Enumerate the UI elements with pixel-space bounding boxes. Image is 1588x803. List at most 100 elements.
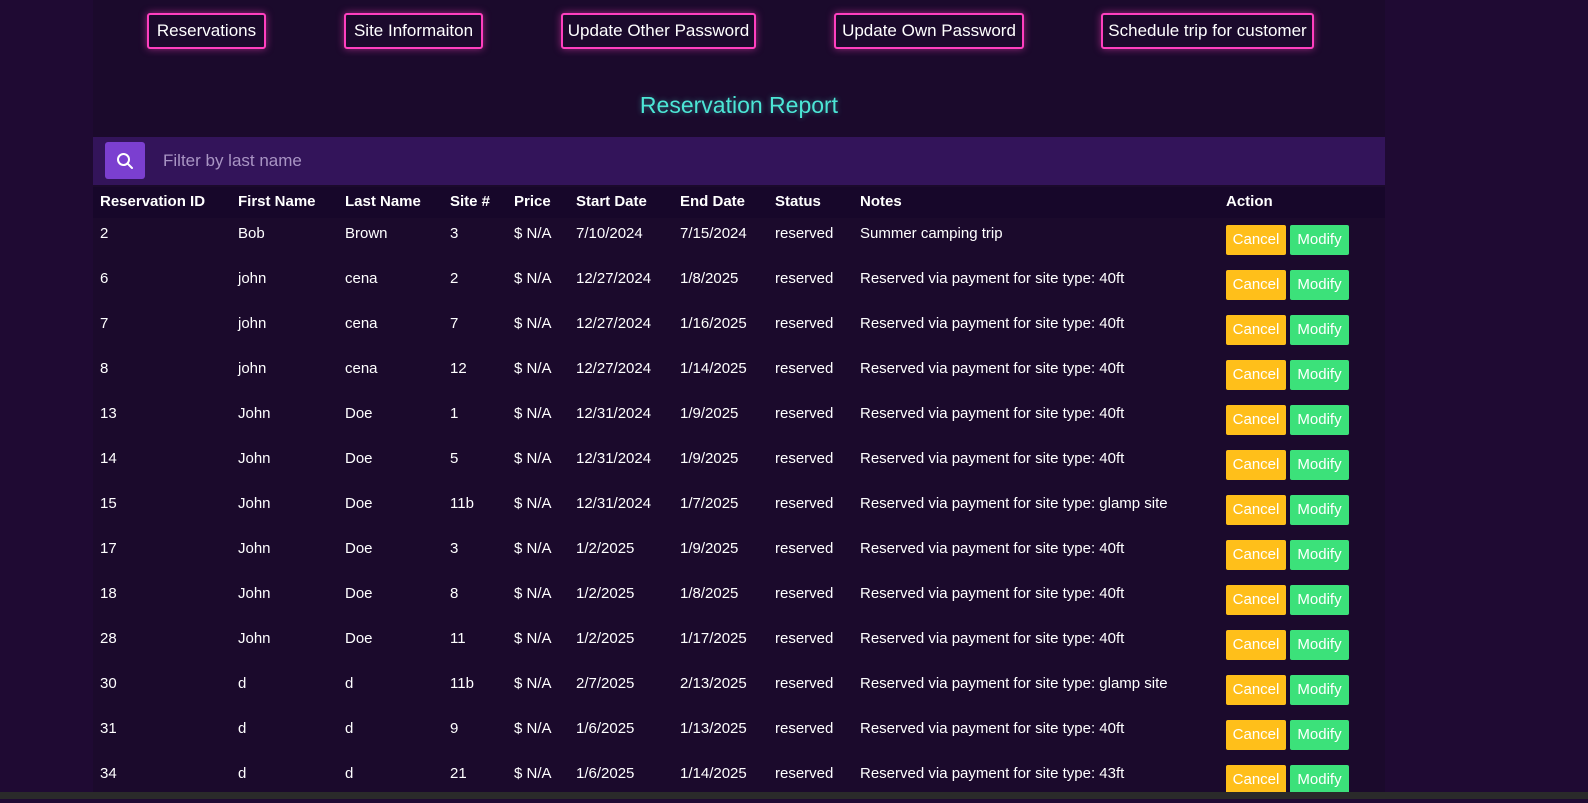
cancel-button[interactable]: Cancel [1226,765,1286,795]
modify-button[interactable]: Modify [1290,360,1349,390]
cell-first-name: d [238,675,247,692]
cell-start-date: 1/2/2025 [576,585,635,602]
cell-reservation-id: 13 [100,405,117,422]
modify-button[interactable]: Modify [1290,675,1349,705]
cell-reservation-id: 17 [100,540,117,557]
nav-update-own-password-button[interactable]: Update Own Password [834,13,1024,49]
modify-button[interactable]: Modify [1290,450,1349,480]
header-site: Site # [450,193,491,210]
cell-notes: Reserved via payment for site type: glam… [860,495,1168,512]
cell-last-name: d [345,765,354,782]
cell-site: 21 [450,765,467,782]
cell-price: $ N/A [514,765,552,782]
nav-reservations-button[interactable]: Reservations [147,13,266,49]
nav-update-other-password-button[interactable]: Update Other Password [561,13,756,49]
header-price: Price [514,193,551,210]
cell-last-name: Doe [345,585,373,602]
table-row: 15 John Doe 11b $ N/A 12/31/2024 1/7/2025 reser… [93,488,1385,533]
cell-start-date: 1/2/2025 [576,630,635,647]
cell-notes: Reserved via payment for site type: glam… [860,675,1168,692]
modify-button[interactable]: Modify [1290,405,1349,435]
modify-button[interactable]: Modify [1290,495,1349,525]
filter-bar [93,137,1385,185]
cell-notes: Reserved via payment for site type: 40ft [860,450,1125,467]
modify-button[interactable]: Modify [1290,315,1349,345]
table-row: 6 john cena 2 $ N/A 12/27/2024 1/8/2025 reserve… [93,263,1385,308]
cell-start-date: 12/31/2024 [576,405,652,422]
cancel-button[interactable]: Cancel [1226,675,1286,705]
top-nav: Reservations Site Informaiton Update Oth… [0,13,1588,53]
cancel-button[interactable]: Cancel [1226,270,1286,300]
cell-reservation-id: 31 [100,720,117,737]
nav-site-information-button[interactable]: Site Informaiton [344,13,483,49]
modify-button[interactable]: Modify [1290,630,1349,660]
cell-last-name: Doe [345,540,373,557]
cell-status: reserved [775,675,834,692]
cell-first-name: d [238,720,247,737]
cell-reservation-id: 8 [100,360,109,377]
cell-price: $ N/A [514,495,552,512]
table-header: Reservation ID First Name Last Name Site… [93,187,1385,218]
cell-first-name: John [238,405,271,422]
cancel-button[interactable]: Cancel [1226,585,1286,615]
cell-last-name: Brown [345,225,388,242]
modify-button[interactable]: Modify [1290,585,1349,615]
cell-last-name: Doe [345,630,373,647]
nav-schedule-trip-button[interactable]: Schedule trip for customer [1101,13,1314,49]
modify-button[interactable]: Modify [1290,225,1349,255]
cell-end-date: 1/16/2025 [680,315,747,332]
modify-button[interactable]: Modify [1290,720,1349,750]
header-end-date: End Date [680,193,746,210]
cell-end-date: 2/13/2025 [680,675,747,692]
cell-status: reserved [775,225,834,242]
cell-end-date: 1/17/2025 [680,630,747,647]
cancel-button[interactable]: Cancel [1226,360,1286,390]
cell-first-name: d [238,765,247,782]
cancel-button[interactable]: Cancel [1226,450,1286,480]
cell-reservation-id: 18 [100,585,117,602]
cancel-button[interactable]: Cancel [1226,630,1286,660]
cancel-button[interactable]: Cancel [1226,315,1286,345]
cancel-button[interactable]: Cancel [1226,225,1286,255]
cell-status: reserved [775,720,834,737]
modify-button[interactable]: Modify [1290,765,1349,795]
cell-end-date: 1/14/2025 [680,360,747,377]
cell-site: 9 [450,720,459,737]
header-action: Action [1226,193,1273,210]
cell-price: $ N/A [514,405,552,422]
modify-button[interactable]: Modify [1290,540,1349,570]
cell-notes: Reserved via payment for site type: 43ft [860,765,1125,782]
cell-end-date: 1/13/2025 [680,720,747,737]
cell-site: 3 [450,225,459,242]
modify-button[interactable]: Modify [1290,270,1349,300]
header-last-name: Last Name [345,193,421,210]
cell-site: 5 [450,450,459,467]
cell-reservation-id: 15 [100,495,117,512]
search-icon [117,153,133,169]
cell-price: $ N/A [514,540,552,557]
cell-site: 11b [450,675,474,692]
cell-first-name: Bob [238,225,265,242]
table-row: 14 John Doe 5 $ N/A 12/31/2024 1/9/2025 reserve… [93,443,1385,488]
cancel-button[interactable]: Cancel [1226,405,1286,435]
cell-status: reserved [775,765,834,782]
search-button[interactable] [105,142,145,179]
last-name-filter-input[interactable] [155,137,1375,185]
cell-reservation-id: 34 [100,765,117,782]
cell-site: 7 [450,315,459,332]
header-first-name: First Name [238,193,316,210]
cell-site: 11 [450,630,466,647]
cell-notes: Reserved via payment for site type: 40ft [860,630,1125,647]
cell-first-name: john [238,270,267,287]
cancel-button[interactable]: Cancel [1226,495,1286,525]
header-start-date: Start Date [576,193,647,210]
cell-status: reserved [775,585,834,602]
cell-start-date: 1/6/2025 [576,765,635,782]
cell-status: reserved [775,360,834,377]
cell-end-date: 1/9/2025 [680,540,739,557]
cell-site: 3 [450,540,459,557]
cancel-button[interactable]: Cancel [1226,540,1286,570]
cell-reservation-id: 28 [100,630,117,647]
table-row: 13 John Doe 1 $ N/A 12/31/2024 1/9/2025 reserve… [93,398,1385,443]
cancel-button[interactable]: Cancel [1226,720,1286,750]
